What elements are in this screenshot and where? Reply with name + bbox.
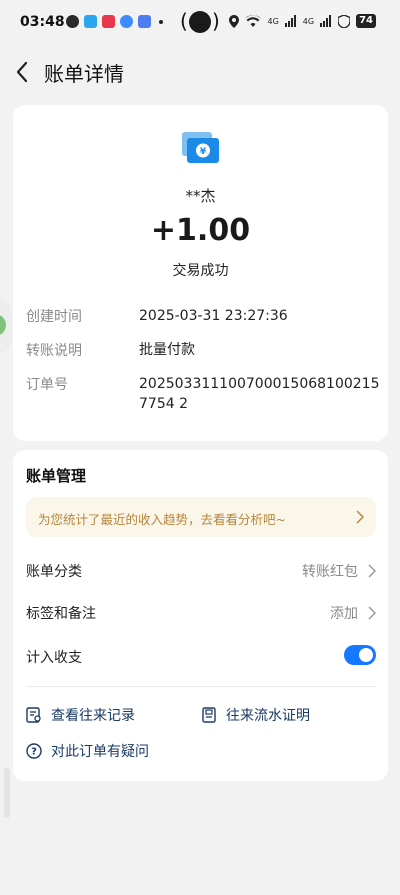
- transaction-card: ¥ **杰 +1.00 交易成功 创建时间 2025-03-31 23:27:3…: [13, 105, 388, 441]
- include-toggle[interactable]: [344, 645, 376, 665]
- row-label: 标签和备注: [26, 606, 96, 622]
- order-number-value[interactable]: 2025033111007000150681002157754 2: [139, 374, 384, 414]
- row-label: 计入收支: [26, 650, 82, 666]
- blue-app-icon: [138, 15, 151, 28]
- wifi-icon: [245, 15, 262, 27]
- status-bar: 03:48 ( ) 4G 4G 74: [0, 0, 400, 46]
- browser-icon: [120, 15, 133, 28]
- bill-category-row[interactable]: 账单分类 转账红包: [26, 559, 376, 583]
- camera-pill: ( ): [180, 9, 220, 33]
- signal-icon-2: [320, 15, 332, 27]
- toggle-knob: [359, 648, 373, 662]
- view-records-link[interactable]: 查看往来记录: [26, 705, 186, 725]
- battery-level: 74: [356, 14, 376, 28]
- row-label: 账单分类: [26, 564, 82, 580]
- signal-icon-1: [284, 15, 296, 27]
- red-app-icon: [102, 15, 115, 28]
- edge-handle[interactable]: [4, 768, 10, 818]
- system-icons: 4G 4G 74: [229, 14, 376, 28]
- section-title: 账单管理: [26, 467, 87, 485]
- link-label: 对此订单有疑问: [51, 744, 149, 760]
- shield-icon: [338, 14, 351, 28]
- question-circle-icon: ?: [26, 743, 42, 759]
- notification-icons: [66, 15, 163, 28]
- nav-header: 账单详情: [0, 52, 400, 92]
- detail-value: 批量付款: [139, 342, 195, 358]
- svg-text:?: ?: [31, 747, 37, 758]
- income-trend-banner[interactable]: 为您统计了最近的收入趋势，去看看分析吧~: [26, 497, 376, 537]
- network-type-2: 4G: [302, 16, 315, 26]
- banner-text: 为您统计了最近的收入趋势，去看看分析吧~: [38, 512, 286, 527]
- row-value: 添加: [330, 606, 358, 622]
- chevron-right-icon: [368, 606, 376, 620]
- network-type: 4G: [267, 16, 279, 26]
- location-icon: [229, 14, 240, 28]
- back-button[interactable]: [10, 58, 36, 86]
- wechat-icon: [66, 15, 79, 28]
- assistant-icon: [0, 314, 6, 336]
- row-value: 转账红包: [302, 564, 358, 580]
- page-title: 账单详情: [44, 62, 124, 86]
- include-in-budget-row: 计入收支: [26, 645, 376, 669]
- qq-icon: [84, 15, 97, 28]
- camera-icon: [189, 11, 211, 33]
- link-label: 查看往来记录: [51, 708, 135, 724]
- transaction-status: 交易成功: [172, 263, 229, 279]
- link-label: 往来流水证明: [226, 708, 310, 724]
- document-icon: [202, 707, 216, 723]
- detail-value: 2025-03-31 23:27:36: [139, 308, 288, 324]
- status-time: 03:48: [20, 14, 65, 30]
- tags-notes-row[interactable]: 标签和备注 添加: [26, 601, 376, 625]
- floating-assistant-button[interactable]: [0, 298, 12, 354]
- more-dot-icon: [159, 19, 163, 24]
- record-list-icon: [26, 707, 41, 723]
- bill-detail-page: 03:48 ( ) 4G 4G 74 账单详情 ¥ **杰 +1.00 交易成功…: [0, 0, 400, 895]
- order-question-link[interactable]: ? 对此订单有疑问: [26, 741, 226, 761]
- transfer-logo-icon: ¥: [182, 132, 219, 163]
- detail-label: 创建时间: [26, 309, 82, 325]
- transaction-proof-link[interactable]: 往来流水证明: [201, 705, 361, 725]
- bill-management-card: 账单管理 为您统计了最近的收入趋势，去看看分析吧~ 账单分类 转账红包 标签和备…: [13, 450, 388, 781]
- payer-name: **杰: [185, 187, 216, 205]
- chevron-right-icon: [368, 564, 376, 578]
- chevron-left-icon: [16, 61, 28, 83]
- divider: [26, 686, 376, 687]
- detail-label: 转账说明: [26, 343, 82, 359]
- transaction-amount: +1.00: [150, 213, 251, 248]
- chevron-right-icon: [356, 510, 364, 524]
- detail-label: 订单号: [26, 377, 68, 393]
- svg-text:¥: ¥: [200, 147, 207, 157]
